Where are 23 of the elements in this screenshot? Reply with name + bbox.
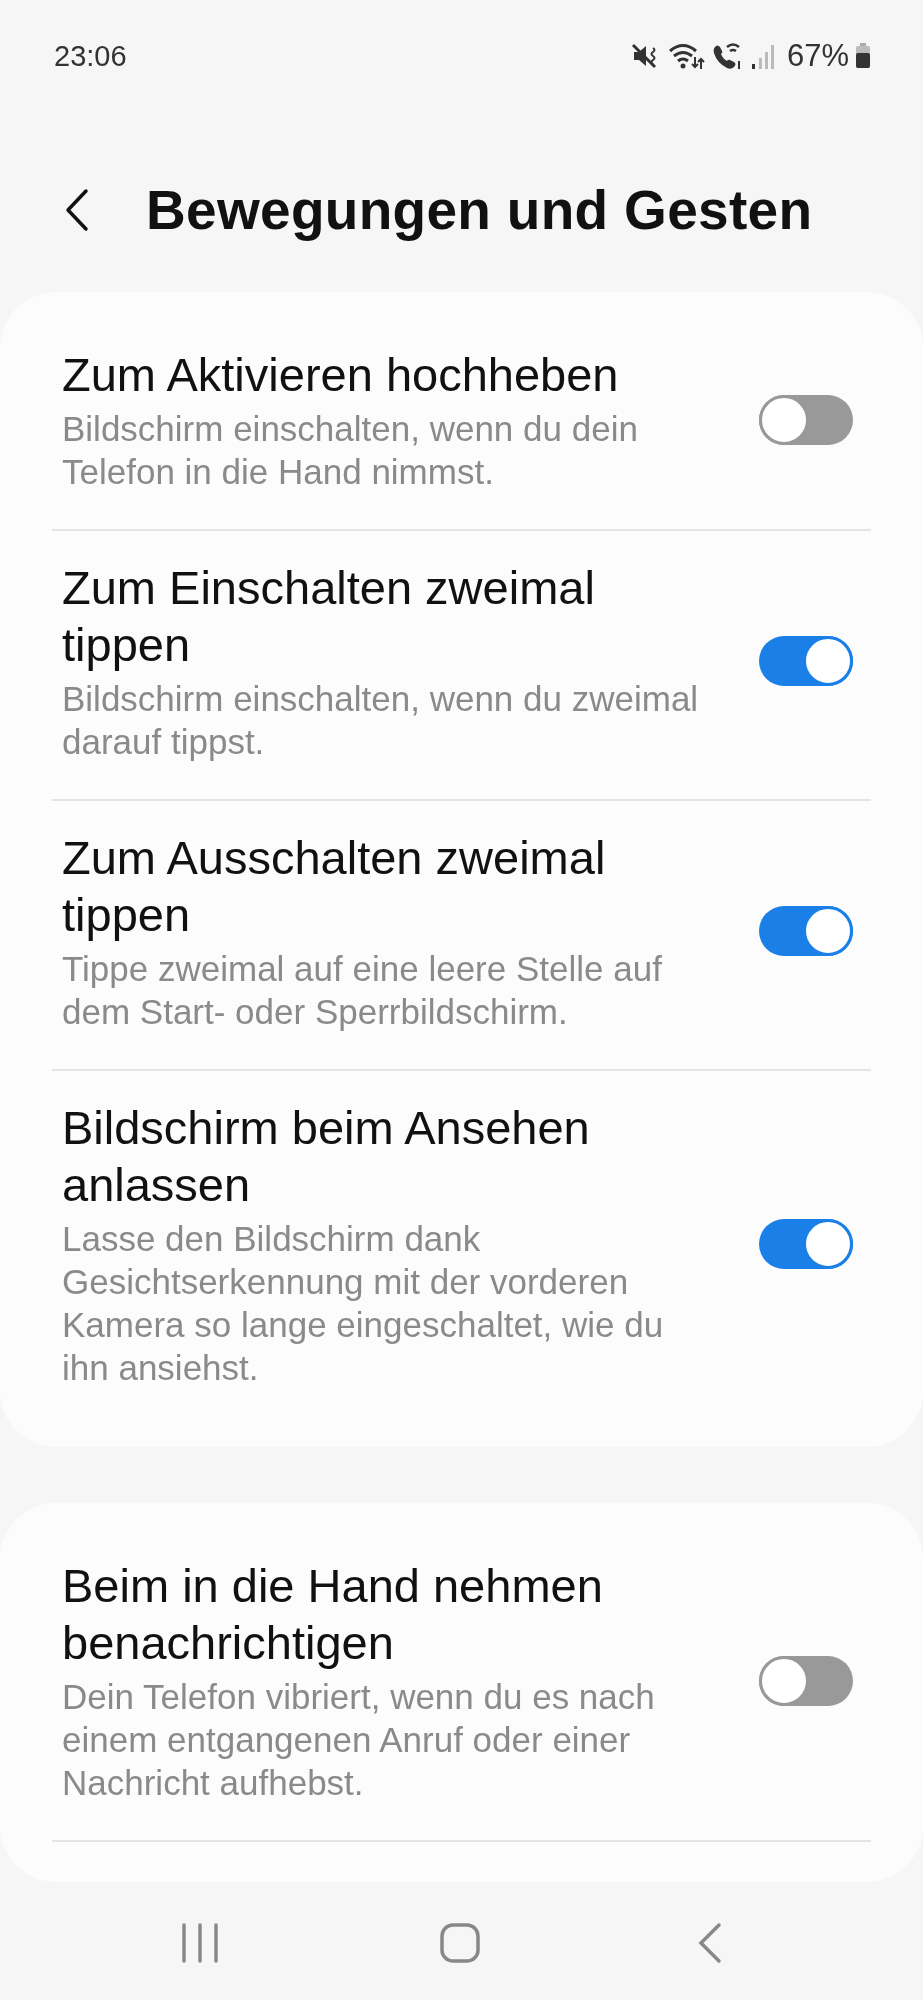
setting-description: Dein Telefon vibriert, wenn du es nach einem entgangenen Anruf oder einer Nachricht aufhebst. <box>62 1676 656 1804</box>
setting-title: Zum Aktivieren hochheben <box>62 347 620 403</box>
setting-title: Zum Ausschalten zweimal tippen <box>62 830 607 943</box>
setting-description: Tippe zweimal auf eine leere Stelle auf dem Start- oder Sperrbildschirm. <box>62 948 663 1033</box>
battery-icon <box>855 43 871 69</box>
signal-icon <box>750 42 775 70</box>
back-icon[interactable] <box>697 1922 723 1964</box>
toggle-switch[interactable] <box>759 636 853 686</box>
home-icon[interactable] <box>438 1922 481 1964</box>
page-title: Bewegungen und Gesten <box>146 178 813 242</box>
toggle-switch[interactable] <box>759 394 853 445</box>
setting-description: Bildschirm einschalten, wenn du dein Telefon in die Hand nimmst. <box>62 408 639 493</box>
setting-description: Bildschirm einschalten, wenn du zweimal darauf tippst. <box>62 678 700 763</box>
setting-title: Zum Einschalten zweimal tippen <box>62 560 596 673</box>
setting-title: Beim in die Hand nehmen benachrichtigen <box>62 1558 604 1671</box>
toggle-switch[interactable] <box>759 1655 853 1706</box>
toggle-switch[interactable] <box>759 906 853 956</box>
setting-description: Lasse den Bildschirm dank Gesichtserkennung mit der vorderen Kamera so lange eingeschaltet, wie du ihn ansiehst. <box>62 1218 665 1389</box>
battery-percentage: 67% <box>786 38 849 74</box>
wifi-icon <box>666 41 705 71</box>
status-time: 23:06 <box>54 39 127 73</box>
setting-title: Bildschirm beim Ansehen anlassen <box>62 1100 591 1213</box>
toggle-switch[interactable] <box>759 1219 853 1269</box>
